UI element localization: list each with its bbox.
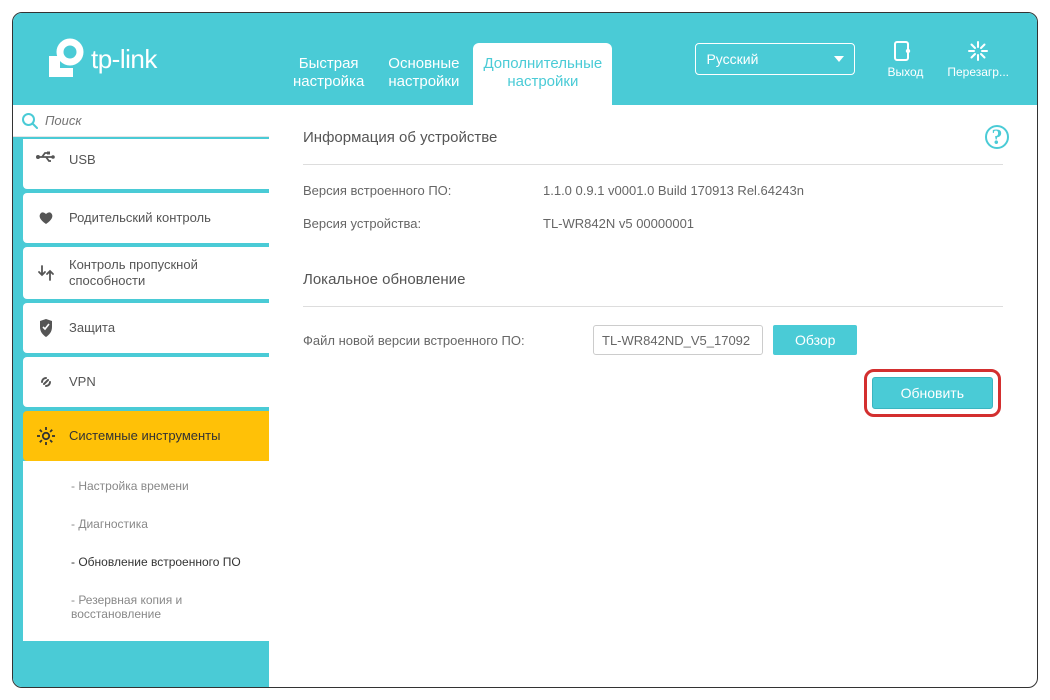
submenu-backup[interactable]: - Резервная копия и восстановление [23,581,269,633]
heart-hands-icon [35,207,57,229]
link-icon [35,371,57,393]
tab-basic[interactable]: Основные настройки [378,43,469,105]
browse-button[interactable]: Обзор [773,325,857,355]
sidebar-item-parental[interactable]: Родительский контроль [23,193,269,243]
header: tp-link Быстрая настройка Основные настр… [13,13,1037,105]
sidebar-item-bandwidth[interactable]: Контроль пропускной способности [23,247,269,299]
search-icon [21,112,39,130]
language-select[interactable]: Русский [695,43,855,75]
update-button[interactable]: Обновить [872,377,993,409]
sidebar: USB Родительский контроль Контроль пропу… [13,105,269,687]
hardware-version-row: Версия устройства: TL-WR842N v5 00000001 [303,216,1003,231]
bandwidth-icon [35,262,57,284]
logout-icon [887,40,923,62]
sidebar-item-label: Контроль пропускной способности [69,257,257,289]
header-actions: Выход Перезагр... [855,13,1037,105]
submenu: - Настройка времени - Диагностика - Обно… [23,461,269,641]
logout-button[interactable]: Выход [887,40,923,79]
hardware-version-label: Версия устройства: [303,216,543,231]
sidebar-item-label: Системные инструменты [69,428,220,444]
sidebar-item-usb[interactable]: USB [23,139,269,189]
sidebar-item-system-tools[interactable]: Системные инструменты [23,411,269,461]
hardware-version-value: TL-WR842N v5 00000001 [543,216,694,231]
section-device-info-title: Информация об устройстве [303,129,1003,154]
chevron-down-icon [834,56,844,62]
tab-quick-setup[interactable]: Быстрая настройка [283,43,374,105]
submenu-firmware[interactable]: - Обновление встроенного ПО [23,543,269,581]
divider [303,164,1003,165]
nav-tabs: Быстрая настройка Основные настройки Доп… [283,13,612,105]
firmware-version-value: 1.1.0 0.9.1 v0001.0 Build 170913 Rel.642… [543,183,804,198]
brand-text: tp-link [91,44,157,75]
tp-link-logo-icon [43,38,85,80]
language-label: Русский [706,51,758,67]
firmware-file-row: Файл новой версии встроенного ПО: Обзор [303,325,1003,355]
help-icon[interactable]: ? [985,125,1009,149]
sidebar-item-label: VPN [69,374,96,390]
firmware-file-label: Файл новой версии встроенного ПО: [303,333,583,348]
search-box [13,105,269,137]
usb-icon [35,146,57,168]
firmware-version-label: Версия встроенного ПО: [303,183,543,198]
content-area: ? Информация об устройстве Версия встрое… [269,105,1037,687]
sidebar-item-label: USB [69,152,96,168]
shield-icon [35,317,57,339]
submenu-time[interactable]: - Настройка времени [23,467,269,505]
logo: tp-link [13,13,273,105]
gear-icon [35,425,57,447]
update-highlight: Обновить [864,369,1001,417]
sidebar-item-label: Родительский контроль [69,210,211,226]
sidebar-item-vpn[interactable]: VPN [23,357,269,407]
divider [303,306,1003,307]
tab-advanced[interactable]: Дополнительные настройки [473,43,612,105]
firmware-version-row: Версия встроенного ПО: 1.1.0 0.9.1 v0001… [303,183,1003,198]
sidebar-item-security[interactable]: Защита [23,303,269,353]
section-local-upgrade-title: Локальное обновление [303,271,1003,296]
search-input[interactable] [45,113,261,128]
submenu-diagnostics[interactable]: - Диагностика [23,505,269,543]
firmware-file-input[interactable] [593,325,763,355]
sidebar-item-label: Защита [69,320,115,336]
reboot-button[interactable]: Перезагр... [947,40,1009,79]
reboot-icon [947,40,1009,62]
